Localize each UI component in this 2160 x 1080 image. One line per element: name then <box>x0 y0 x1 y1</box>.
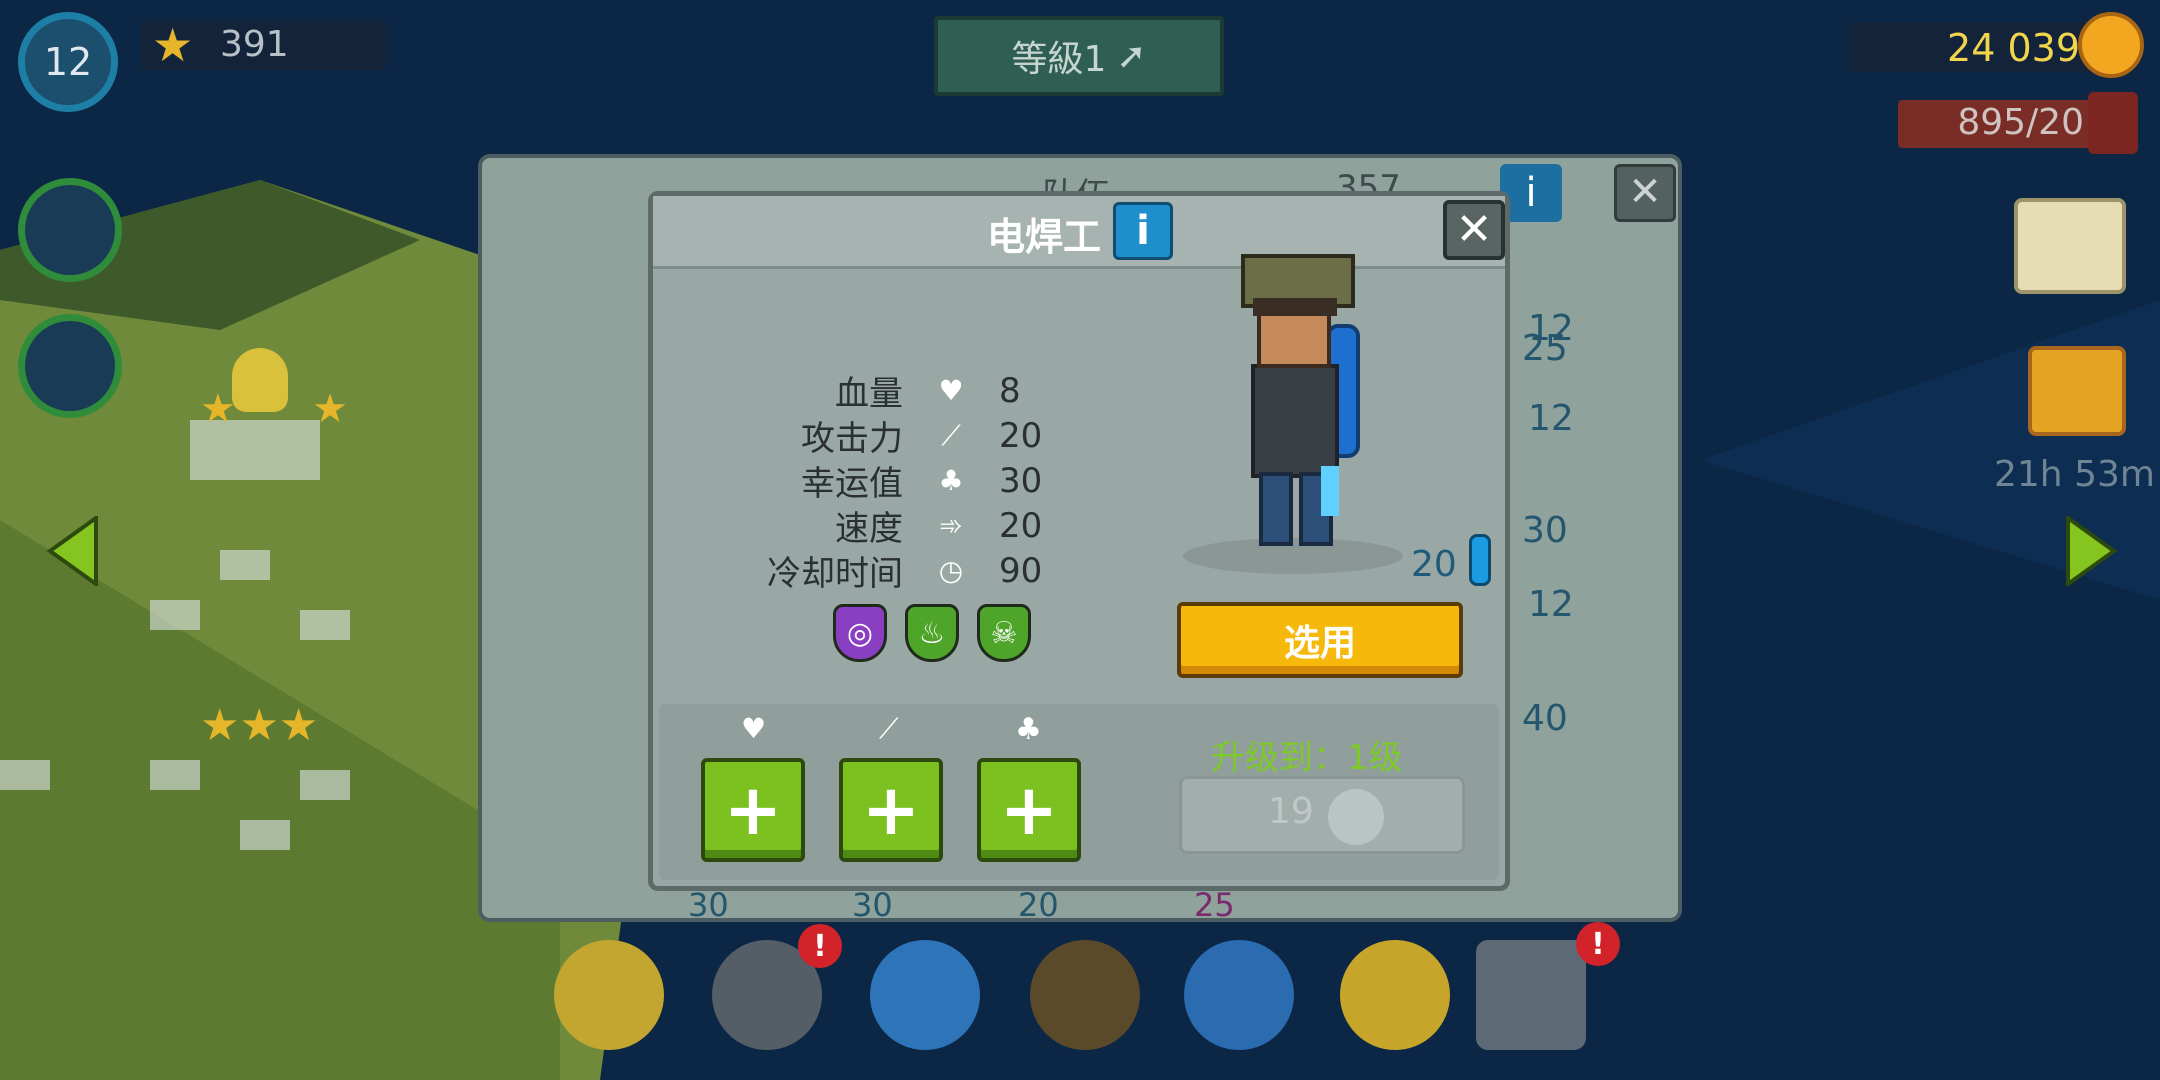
upgrade-helmet-icon[interactable] <box>1340 940 1450 1050</box>
player-level-badge[interactable]: 12 <box>18 12 118 112</box>
arrow-left-icon[interactable] <box>46 516 98 586</box>
select-button[interactable]: 选用 <box>1177 602 1463 678</box>
stat-label: 血量 <box>835 374 903 414</box>
dialog-title: 电焊工 <box>987 215 1102 259</box>
upgrade-cost-value: 19 <box>1268 791 1314 832</box>
boot-icon: ➾ <box>939 509 963 542</box>
stats-list: 血量 ♥ 8 攻击力 ⟋ 20 幸运值 ♣ 30 速度 ➾ 20 冷却时间 ◷ … <box>653 368 1043 595</box>
mission-envelope-icon[interactable] <box>2014 198 2126 294</box>
target-perk-icon[interactable]: ◎ <box>833 604 887 662</box>
gift-box-icon[interactable] <box>2028 346 2126 436</box>
clover-icon: ♣ <box>938 464 964 497</box>
stat-label: 攻击力 <box>801 419 903 459</box>
unit-level: 40 <box>1522 698 1568 739</box>
stars-value: 391 <box>220 24 289 65</box>
crate-icon[interactable] <box>1476 940 1586 1050</box>
stars-counter: ★ 391 <box>140 20 386 70</box>
stat-label: 冷却时间 <box>767 554 903 594</box>
select-button-label: 选用 <box>1283 623 1356 664</box>
fuel-counter: 895/20 <box>1898 100 2098 148</box>
stat-row-cooldown: 冷却时间 ◷ 90 <box>653 548 1043 595</box>
upgrade-label: 升级到：1级 <box>1211 738 1403 778</box>
fuel-value: 895/20 <box>1957 102 2084 143</box>
close-icon[interactable]: ✕ <box>1614 164 1676 222</box>
heart-icon: ♥ <box>741 712 767 745</box>
level-button-label: 等級1 <box>1011 39 1107 80</box>
unit-level: 12 <box>1528 398 1574 439</box>
star-rating-icon: ★ ★ <box>200 386 349 432</box>
stat-value: 20 <box>999 415 1043 456</box>
unit-level: 25 <box>1194 886 1235 924</box>
fire-perk-icon[interactable]: ♨ <box>905 604 959 662</box>
fuel-can-icon <box>2088 92 2138 154</box>
coins-value: 24 039 <box>1947 26 2080 70</box>
avatar-survivor-1[interactable] <box>18 178 122 282</box>
welder-character-sprite <box>1183 254 1403 574</box>
radio-icon[interactable] <box>870 940 980 1050</box>
stopwatch-icon: ◷ <box>938 554 964 587</box>
upgrade-cost-button[interactable]: 19 <box>1179 776 1465 854</box>
unit-level: 20 <box>1018 886 1059 924</box>
avatar-survivor-2[interactable] <box>18 314 122 418</box>
player-level-text: 12 <box>43 40 93 84</box>
sword-icon: ⟋ <box>941 418 961 452</box>
skull-coin-icon <box>1328 789 1384 845</box>
stat-row-luck: 幸运值 ♣ 30 <box>653 458 1043 505</box>
alert-badge-icon: ! <box>798 924 842 968</box>
unit-level: 30 <box>852 886 893 924</box>
stat-row-speed: 速度 ➾ 20 <box>653 503 1043 550</box>
level-button[interactable]: 等級1 ➚ <box>934 16 1224 96</box>
stat-label: 幸运值 <box>801 464 903 504</box>
stat-value: 90 <box>999 550 1043 591</box>
clover-icon: ♣ <box>1015 712 1042 747</box>
ammo-value: 20 <box>1411 544 1457 585</box>
sword-icon: ⟋ <box>879 712 899 745</box>
gift-timer: 21h 53m <box>1994 454 2155 495</box>
arrow-right-icon[interactable] <box>2066 516 2118 586</box>
upgrade-luck-button[interactable]: + <box>977 758 1081 862</box>
skull-perk-icon[interactable]: ☠ <box>977 604 1031 662</box>
stat-value: 20 <box>999 505 1043 546</box>
arrow-up-right-icon: ➚ <box>1116 35 1147 77</box>
stat-value: 8 <box>999 370 1021 411</box>
star-icon: ★ <box>152 18 194 72</box>
unit-level: 30 <box>1522 510 1568 551</box>
stat-row-health: 血量 ♥ 8 <box>653 368 1042 415</box>
unit-level: 12 <box>1528 584 1574 625</box>
info-icon[interactable]: i <box>1113 202 1173 260</box>
stat-value: 30 <box>999 460 1043 501</box>
skull-shield-icon[interactable] <box>554 940 664 1050</box>
heart-icon: ♥ <box>938 374 964 407</box>
coin-icon <box>2078 12 2144 78</box>
unit-level: 25 <box>1522 328 1568 369</box>
close-icon[interactable]: ✕ <box>1443 200 1505 260</box>
tools-icon[interactable] <box>1184 940 1294 1050</box>
upgrade-attack-button[interactable]: + <box>839 758 943 862</box>
character-dialog: 电焊工 i ✕ 血量 ♥ 8 攻击力 ⟋ 20 幸运值 ♣ 30 速度 ➾ 20… <box>648 191 1510 891</box>
stat-row-attack: 攻击力 ⟋ 20 <box>653 413 1043 460</box>
zombie-book-icon[interactable] <box>1030 940 1140 1050</box>
stat-label: 速度 <box>835 509 903 549</box>
unit-level: 30 <box>688 886 729 924</box>
alert-badge-icon: ! <box>1576 922 1620 966</box>
upgrade-health-button[interactable]: + <box>701 758 805 862</box>
gas-tank-icon <box>1469 534 1491 586</box>
coins-counter: 24 039 <box>1848 22 2098 72</box>
star-rating-icon: ★★★ <box>200 700 319 751</box>
